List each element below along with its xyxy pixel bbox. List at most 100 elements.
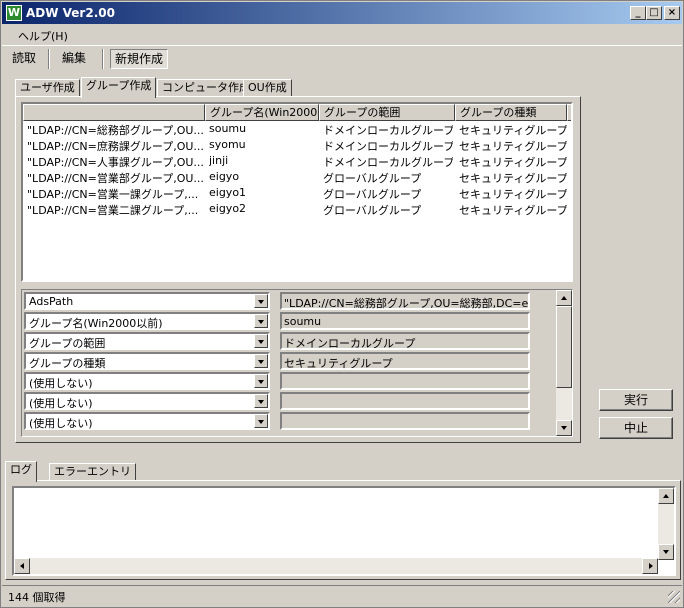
field-select[interactable]: AdsPath [24,292,270,310]
value-field-text: ドメインローカルグループ [284,337,416,350]
cell-adspath: "LDAP://CN=庶務課グループ,OU... [27,140,203,153]
minimize-button[interactable]: _ [630,6,646,20]
field-select-value: グループの範囲 [29,337,106,350]
cell-adspath: "LDAP://CN=営業部グループ,OU... [27,172,203,185]
scroll-right-icon[interactable] [642,558,658,574]
tab-ou-create[interactable]: OU作成 [243,79,292,97]
cell-group-type: セキュリティグループ [459,204,567,217]
field-mapping-area: AdsPath "LDAP://CN=総務部グループ,OU=総務部,DC=exa… [21,289,573,437]
list-item[interactable]: "LDAP://CN=人事課グループ,OU... jinji ドメインローカルグ… [23,153,571,169]
cancel-button[interactable]: 中止 [599,417,673,439]
group-list[interactable]: グループ名(Win2000... グループの範囲 グループの種類 "LDAP:/… [21,102,573,282]
menu-help[interactable]: ヘルプ(H) [18,28,68,44]
resize-grip-icon[interactable] [668,591,680,603]
toolbar: 読取 編集 新規作成 [2,45,682,71]
column-group-scope[interactable]: グループの範囲 [319,104,455,121]
value-field: ドメインローカルグループ [280,332,530,350]
field-select-value: (使用しない) [29,417,93,430]
value-field: soumu [280,312,530,330]
edit-button[interactable]: 編集 [58,49,90,69]
cell-group-name: eigyo2 [209,202,247,215]
cell-group-scope: グローバルグループ [323,172,422,185]
close-button[interactable]: × [664,6,680,20]
list-item[interactable]: "LDAP://CN=営業部グループ,OU... eigyo グローバルグループ… [23,169,571,185]
cell-group-type: セキュリティグループ [459,188,567,201]
group-create-panel: グループ名(Win2000... グループの範囲 グループの種類 "LDAP:/… [15,96,581,443]
scroll-down-icon[interactable] [658,544,674,560]
list-item[interactable]: "LDAP://CN=営業二課グループ,... eigyo2 グローバルグループ… [23,201,571,217]
column-filler [567,104,571,121]
cell-group-type: セキュリティグループ [459,156,567,169]
log-textarea[interactable] [12,486,676,576]
chevron-down-icon[interactable] [254,334,268,348]
cell-group-scope: ドメインローカルグループ [323,156,453,169]
log-horizontal-scrollbar[interactable] [14,558,658,574]
scroll-down-icon[interactable] [556,420,572,436]
cell-group-type: セキュリティグループ [459,140,567,153]
chevron-down-icon[interactable] [254,414,268,428]
scroll-up-icon[interactable] [658,488,674,504]
chevron-down-icon[interactable] [254,354,268,368]
list-item[interactable]: "LDAP://CN=営業一課グループ,... eigyo1 グローバルグループ… [23,185,571,201]
field-select[interactable]: (使用しない) [24,372,270,390]
field-select-value: (使用しない) [29,397,93,410]
status-text: 144 個取得 [8,591,66,604]
log-vertical-scrollbar[interactable] [658,488,674,560]
column-group-type[interactable]: グループの種類 [455,104,567,121]
chevron-down-icon[interactable] [254,294,268,308]
cell-group-type: セキュリティグループ [459,172,567,185]
toolbar-separator [48,49,50,69]
window-title: ADW Ver2.00 [26,6,115,20]
field-select-value: グループの種類 [29,357,106,370]
field-select[interactable]: (使用しない) [24,412,270,430]
new-create-button[interactable]: 新規作成 [110,49,169,69]
value-field: "LDAP://CN=総務部グループ,OU=総務部,DC=exa [280,292,530,310]
title-bar[interactable]: W ADW Ver2.00 _ □ × [2,2,682,24]
field-select-value: AdsPath [29,295,74,308]
cell-group-name: syomu [209,138,246,151]
list-header: グループ名(Win2000... グループの範囲 グループの種類 [23,104,571,121]
tab-computer-create[interactable]: コンピュータ作成 [157,79,255,97]
cell-group-scope: グローバルグループ [323,204,422,217]
toolbar-separator [102,49,104,69]
read-button[interactable]: 読取 [8,49,40,69]
value-field-text: soumu [284,315,322,328]
scroll-up-icon[interactable] [556,290,572,306]
app-icon: W [6,5,22,21]
cell-group-name: jinji [209,154,229,167]
value-field-text: セキュリティグループ [284,357,393,370]
chevron-down-icon[interactable] [254,374,268,388]
main-window: W ADW Ver2.00 _ □ × ヘルプ(H) 読取 編集 新規作成 ユー… [0,0,684,608]
tab-log[interactable]: ログ [5,461,37,482]
tab-error-entries[interactable]: エラーエントリ [49,463,136,481]
chevron-down-icon[interactable] [254,314,268,328]
cell-group-scope: ドメインローカルグループ [323,124,453,137]
cell-group-type: セキュリティグループ [459,124,567,137]
list-item[interactable]: "LDAP://CN=総務部グループ,OU... soumu ドメインローカルグ… [23,121,571,137]
maximize-button[interactable]: □ [646,6,662,20]
value-field: セキュリティグループ [280,352,530,370]
cell-adspath: "LDAP://CN=営業一課グループ,... [27,188,199,201]
column-group-name[interactable]: グループ名(Win2000... [205,104,319,121]
field-select-value: (使用しない) [29,377,93,390]
value-field-text: "LDAP://CN=総務部グループ,OU=総務部,DC=exa [284,297,528,310]
status-bar: 144 個取得 [2,585,682,605]
tab-group-create[interactable]: グループ作成 [81,77,157,98]
tab-user-create[interactable]: ユーザ作成 [15,79,80,97]
menu-bar: ヘルプ(H) [2,25,682,45]
field-select[interactable]: (使用しない) [24,392,270,410]
field-select[interactable]: グループの範囲 [24,332,270,350]
value-field [280,392,530,410]
mapping-vertical-scrollbar[interactable] [556,290,572,436]
scroll-thumb[interactable] [556,306,572,388]
value-field [280,372,530,390]
field-select[interactable]: グループ名(Win2000以前) [24,312,270,330]
scroll-left-icon[interactable] [14,558,30,574]
field-select[interactable]: グループの種類 [24,352,270,370]
execute-button[interactable]: 実行 [599,389,673,411]
chevron-down-icon[interactable] [254,394,268,408]
cell-adspath: "LDAP://CN=人事課グループ,OU... [27,156,203,169]
list-item[interactable]: "LDAP://CN=庶務課グループ,OU... syomu ドメインローカルグ… [23,137,571,153]
column-adspath[interactable] [23,104,205,121]
field-select-value: グループ名(Win2000以前) [29,317,163,330]
